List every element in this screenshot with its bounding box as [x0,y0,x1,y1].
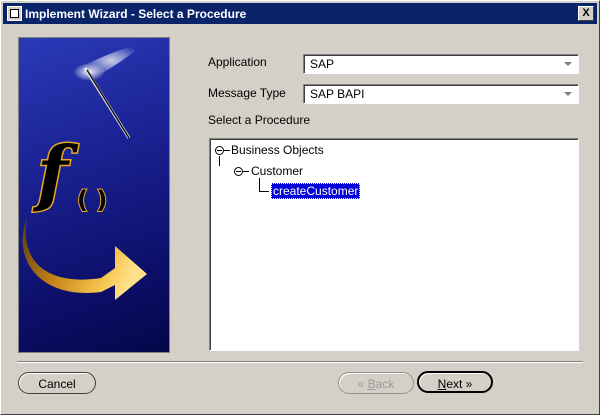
back-button[interactable]: « Back [338,372,414,394]
application-label: Application [208,55,267,69]
wizard-window: Implement Wizard - Select a Procedure X [0,0,600,415]
collapse-customer-icon[interactable] [234,167,243,176]
function-f-glyph: f [32,130,79,215]
next-label: ext [446,377,463,391]
close-button[interactable]: X [578,6,594,21]
chevron-right-icon: » [465,377,473,391]
tree-node-create-customer[interactable]: createCustomer [271,183,361,199]
procedure-label: Select a Procedure [208,113,311,127]
chevron-left-icon: « [357,377,365,391]
collapse-root-icon[interactable] [215,146,224,155]
application-value: SAP [310,57,335,71]
window-title: Implement Wizard - Select a Procedure [25,7,247,21]
procedure-tree[interactable]: Business Objects Customer createCustomer [209,138,579,351]
back-label: ack [375,377,395,391]
function-illustration-graphic: f ( ) [22,43,147,300]
back-mnemonic: B [367,377,376,391]
function-parens-glyph: ( ) [77,186,107,214]
message-type-value: SAP BAPI [310,87,365,101]
footer-separator [17,361,583,363]
application-select[interactable]: SAP [303,54,579,74]
message-type-label: Message Type [208,86,286,100]
tree-node-customer[interactable]: Customer [251,164,303,178]
app-window-icon [7,6,22,21]
message-type-select[interactable]: SAP BAPI [303,84,579,104]
title-bar[interactable]: Implement Wizard - Select a Procedure X [3,3,597,24]
next-button[interactable]: Next » [417,371,493,393]
chevron-down-icon[interactable] [564,92,572,96]
cancel-button[interactable]: Cancel [18,372,96,394]
function-illustration: f ( ) [18,37,170,353]
curved-arrow [22,218,147,300]
next-mnemonic: N [437,377,447,391]
chevron-down-icon[interactable] [564,62,572,66]
tree-node-business-objects[interactable]: Business Objects [231,143,324,157]
